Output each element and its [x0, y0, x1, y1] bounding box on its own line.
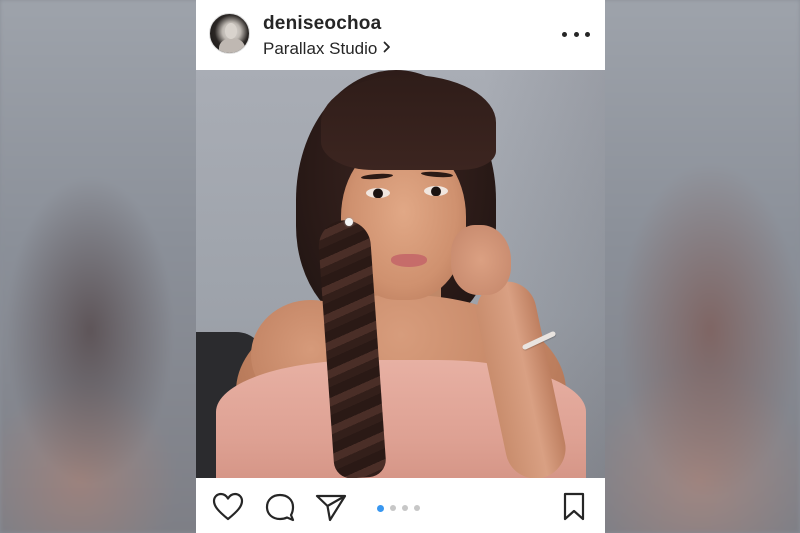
more-dot [562, 31, 567, 37]
carousel-dot [414, 505, 420, 511]
carousel-indicator [377, 504, 426, 512]
photo-earring [345, 218, 353, 226]
avatar-figure-shoulder [219, 38, 245, 53]
bookmark-icon[interactable] [562, 492, 586, 527]
post-photo[interactable] [196, 70, 605, 478]
photo-hair-top [321, 75, 496, 170]
carousel-dot [390, 505, 396, 511]
username[interactable]: deniseochoa [263, 13, 381, 35]
more-options-icon[interactable] [562, 22, 590, 46]
instagram-post: deniseochoa Parallax Studio [196, 0, 605, 533]
photo-hand [451, 225, 511, 295]
chevron-right-icon [383, 40, 391, 58]
photo-lips [391, 254, 427, 267]
carousel-dot-active [377, 504, 384, 512]
post-action-bar [196, 478, 605, 533]
more-dot [585, 31, 590, 37]
photo-right-eye [424, 186, 448, 196]
avatar[interactable] [209, 13, 250, 54]
location-link[interactable]: Parallax Studio [263, 39, 391, 59]
more-dot [573, 31, 579, 37]
avatar-figure-face [225, 23, 237, 39]
comment-bubble-icon[interactable] [264, 492, 296, 527]
location-label: Parallax Studio [263, 39, 378, 58]
post-header: deniseochoa Parallax Studio [196, 0, 605, 70]
heart-icon[interactable] [212, 492, 244, 527]
photo-left-eye [366, 188, 390, 198]
carousel-dot [402, 505, 408, 511]
paper-plane-icon[interactable] [314, 492, 348, 527]
